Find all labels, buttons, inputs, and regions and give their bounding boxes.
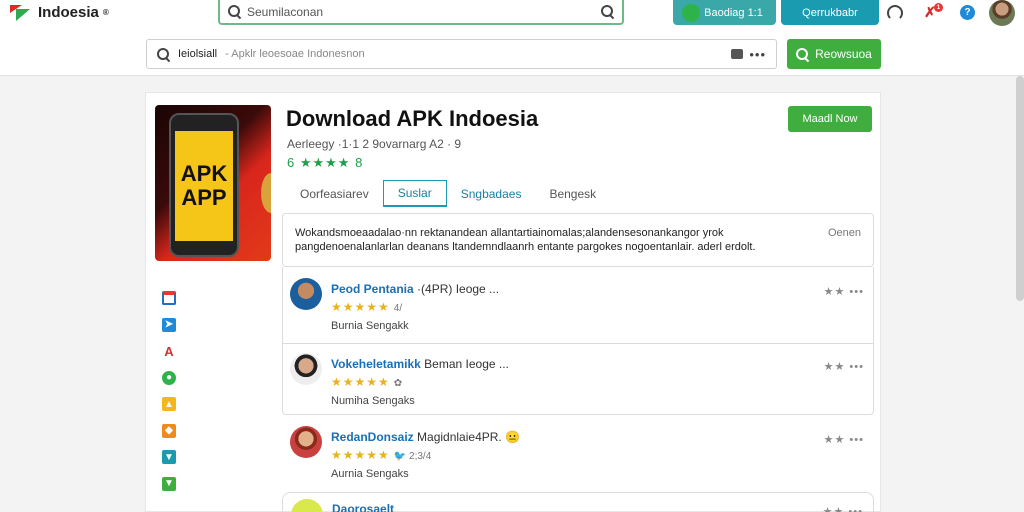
review-item[interactable]: Peod Pentania ·(4PR) Ieoge ... ★★★★★ 4/ B… <box>282 269 874 343</box>
folder-icon[interactable]: ▲ <box>162 397 176 411</box>
image-search-icon[interactable] <box>731 49 744 59</box>
headset-icon[interactable] <box>887 5 903 21</box>
phone-graphic: APK APP <box>169 113 239 257</box>
side-rail: ➤ A ● ▲ ◆ ▼ ▼ <box>162 291 178 503</box>
review-stars: ★★★★★ 4/ <box>331 300 403 314</box>
review-subtitle: Numiha Sengaks <box>331 395 415 407</box>
image-icon[interactable]: ◆ <box>162 423 176 438</box>
tab-reviews[interactable]: Bengesk <box>535 182 610 206</box>
review-more[interactable]: ★★ ••• <box>824 360 864 373</box>
logo-text: Indoesia <box>38 4 99 21</box>
notification-icon[interactable]: ✗ 1 <box>919 3 943 21</box>
help-icon[interactable]: ? <box>960 5 975 20</box>
header-right-button-label: Qerrukbabr <box>802 6 858 19</box>
review-more[interactable]: ★★ ••• <box>823 505 863 512</box>
mail-icon[interactable] <box>162 291 176 305</box>
send-icon[interactable]: ➤ <box>162 317 176 332</box>
more-options-icon[interactable]: ••• <box>749 47 766 62</box>
app-icon-image: APK APP <box>155 105 271 261</box>
top-search-input[interactable] <box>247 4 595 19</box>
description-open-link[interactable]: Oenen <box>828 226 861 240</box>
search-icon <box>157 47 170 61</box>
download-now-button[interactable]: Maadl Now <box>788 106 872 132</box>
page-scrollbar[interactable] <box>1016 76 1024 301</box>
download-icon[interactable]: ▼ <box>162 476 176 491</box>
top-bar: Indoesia ® Baodiag 1:1 Qerrukbabr ✗1 ? <box>0 0 1024 28</box>
user-avatar[interactable] <box>989 0 1015 26</box>
site-logo[interactable]: Indoesia ® <box>10 4 109 21</box>
chat-bubble-icon <box>682 3 701 22</box>
chat-icon[interactable]: ● <box>162 370 176 385</box>
search-query-text: Ieiolsiall <box>178 48 218 60</box>
app-detail-card: APK APP Download APK Indoesia Aerleegy ·… <box>145 92 881 512</box>
font-icon[interactable]: A <box>162 344 176 359</box>
review-more[interactable]: ★★ ••• <box>824 433 864 446</box>
reviewer-avatar <box>291 499 323 512</box>
review-item[interactable]: RedanDonsaiz Magidnlaie4PR. 😐 ★★★★★ 🐦 2;3… <box>282 417 874 491</box>
search-tools: ••• <box>731 47 766 62</box>
search-button[interactable]: Reowsuoa <box>787 39 881 69</box>
app-meta: Aerleegy ·1·1 2 9ovarnarg A2 · 9 <box>287 137 462 151</box>
search-icon <box>796 47 809 61</box>
app-tabs: Oorfeasiarev Suslar Sngbadaes Bengesk <box>286 180 610 207</box>
reviewer-name: Vokeheletamikk Beman Ieoge ... <box>331 357 509 371</box>
search-submit-icon[interactable] <box>601 5 614 18</box>
icon-text-apk: APK <box>180 161 228 186</box>
review-stars: ★★★★★ 🐦 2;3/4 <box>331 448 432 462</box>
tab-active[interactable]: Suslar <box>382 180 447 207</box>
description-line-1: Wokandsmoeaadalao·nn rektanandean allant… <box>295 227 724 239</box>
reviewer-name: RedanDonsaiz Magidnlaie4PR. 😐 <box>331 430 521 444</box>
review-stars: ★★★★★ ✿ <box>331 375 403 389</box>
review-item-partial[interactable]: Daorosaelt ★★ ••• <box>282 492 874 512</box>
icon-text-app: APP <box>181 185 227 210</box>
app-title: Download APK Indoesia <box>286 106 539 131</box>
app-rating: 6 ★★★★ 8 <box>287 155 364 170</box>
header-left-button[interactable]: Baodiag 1:1 <box>673 0 776 25</box>
logo-registered: ® <box>102 8 109 17</box>
tv-icon[interactable]: ▼ <box>162 450 176 464</box>
main-search-field[interactable]: Ieiolsiall - Apklr leoesoae Indonesnon •… <box>146 39 777 69</box>
header-right-button[interactable]: Qerrukbabr <box>781 0 879 25</box>
tab-details[interactable]: Sngbadaes <box>447 182 536 206</box>
search-icon[interactable] <box>228 5 241 18</box>
phone-screen: APK APP <box>175 131 233 241</box>
search-button-label: Reowsuoa <box>815 47 872 61</box>
logo-icon <box>10 4 34 21</box>
app-description: Wokandsmoeaadalao·nn rektanandean allant… <box>282 213 874 267</box>
reviewer-avatar <box>290 278 322 310</box>
reviewer-avatar <box>290 426 322 458</box>
reviewer-name: Daorosaelt <box>332 502 395 512</box>
review-subtitle: Burnia Sengakk <box>331 320 409 332</box>
notification-badge: 1 <box>934 3 943 12</box>
description-line-2: pangdenoenalanlarlan deanans ltandemndla… <box>295 241 756 253</box>
tab-overview[interactable]: Oorfeasiarev <box>286 182 383 206</box>
review-more[interactable]: ★★ ••• <box>824 285 864 298</box>
header-left-button-label: Baodiag 1:1 <box>704 6 763 19</box>
review-item[interactable]: Vokeheletamikk Beman Ieoge ... ★★★★★ ✿ Nu… <box>282 343 874 417</box>
review-subtitle: Aurnia Sengaks <box>331 468 409 480</box>
icon-decoration <box>261 173 271 213</box>
reviewer-name: Peod Pentania ·(4PR) Ieoge ... <box>331 282 500 296</box>
search-hint-text: - Apklr leoesoae Indonesnon <box>225 48 365 60</box>
reviewer-avatar <box>290 353 322 385</box>
secondary-search-bar: Ieiolsiall - Apklr leoesoae Indonesnon •… <box>0 28 1024 76</box>
top-search-box[interactable] <box>218 0 624 25</box>
